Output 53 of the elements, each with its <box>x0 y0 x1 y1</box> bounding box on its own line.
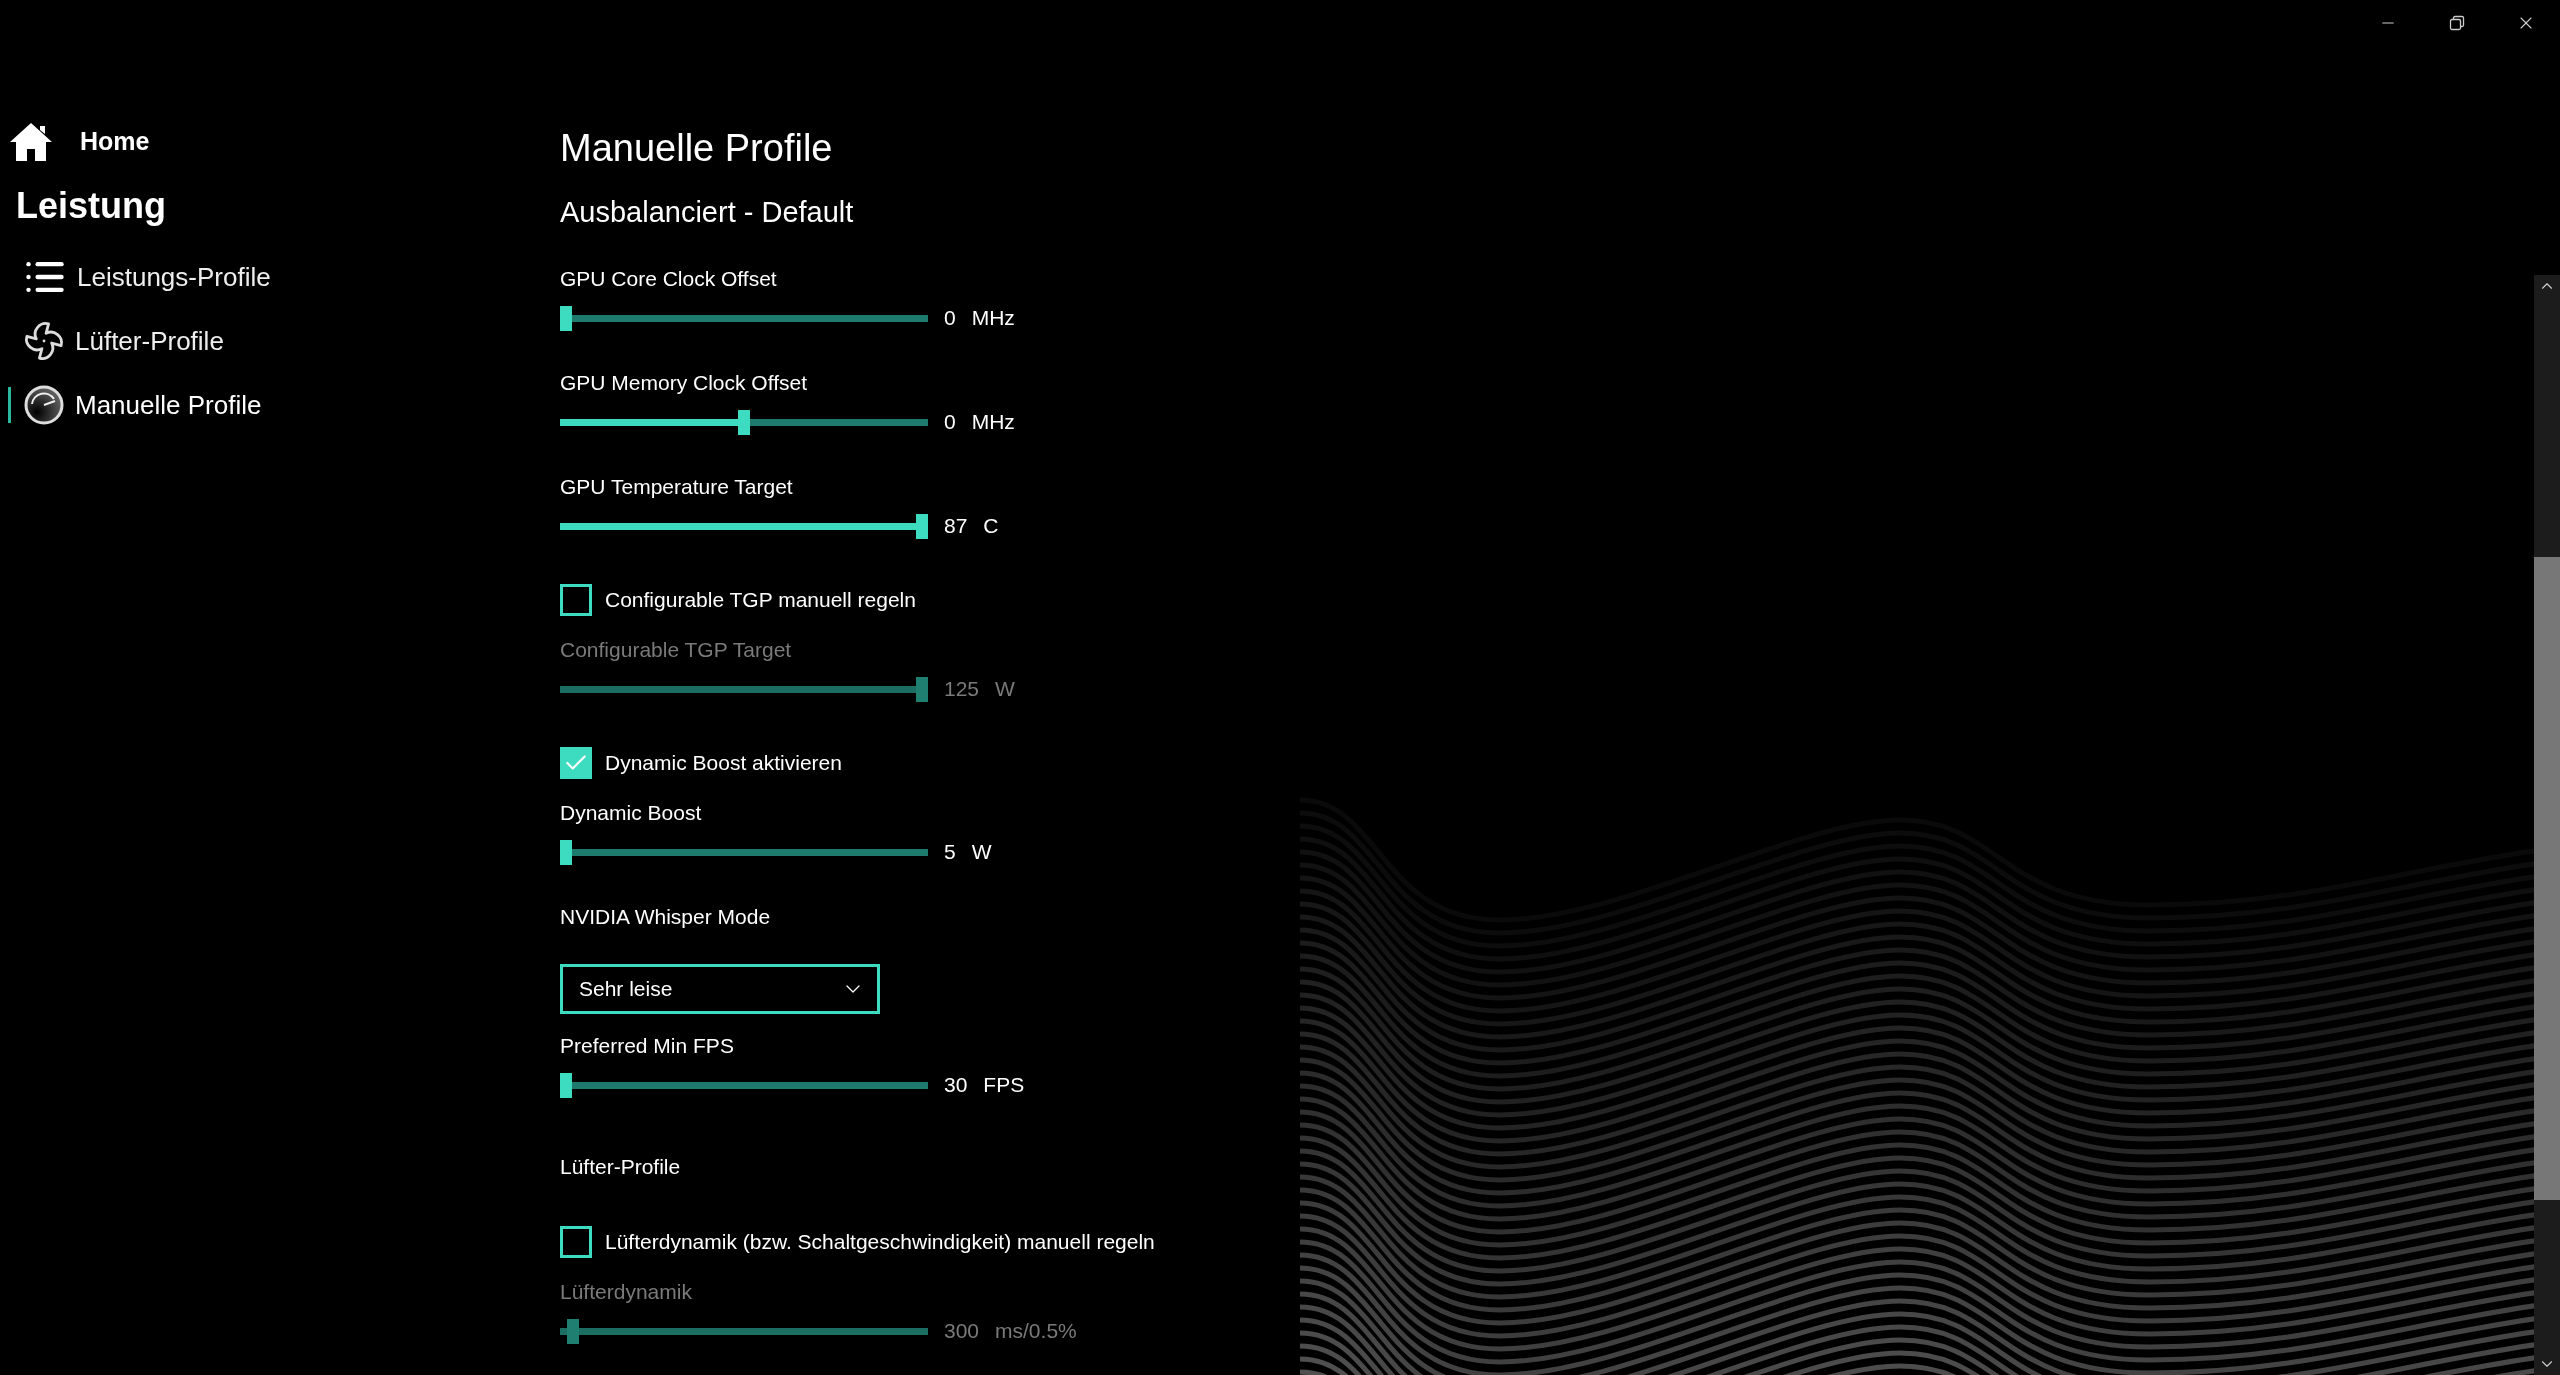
slider[interactable] <box>560 839 928 865</box>
slider[interactable] <box>560 305 928 331</box>
checkbox-label: Lüfterdynamik (bzw. Schaltgeschwindigkeit) manuell regeln <box>605 1229 1155 1256</box>
section-heading: Lüfter-Profile <box>560 1154 682 1180</box>
slider-value: 5 <box>944 839 956 866</box>
home-icon <box>8 121 54 163</box>
checkbox-label: Dynamic Boost aktivieren <box>605 750 842 777</box>
slider[interactable] <box>560 513 928 539</box>
scrollbar[interactable] <box>2534 275 2560 1375</box>
scrollbar-thumb[interactable] <box>2534 557 2560 1200</box>
slider-value: 87 <box>944 513 968 540</box>
restore-icon[interactable] <box>2448 15 2465 31</box>
slider-value: 0 <box>944 305 956 332</box>
slider-label: GPU Memory Clock Offset <box>560 370 808 396</box>
slider-unit: W <box>995 676 1015 703</box>
slider-thumb[interactable] <box>560 305 572 331</box>
section-title: Leistung <box>15 184 167 228</box>
slider[interactable] <box>560 1072 928 1098</box>
nav-item[interactable]: Manuelle Profile <box>23 384 262 426</box>
checkbox[interactable] <box>560 747 592 779</box>
checkbox[interactable] <box>560 1226 592 1258</box>
slider-label: Preferred Min FPS <box>560 1033 735 1059</box>
slider-unit: MHz <box>971 305 1015 332</box>
nav-item[interactable]: Lüfter-Profile <box>23 320 224 362</box>
slider-value: 0 <box>944 409 956 436</box>
slider[interactable] <box>560 409 928 435</box>
checkbox-label: Configurable TGP manuell regeln <box>605 587 916 614</box>
slider-thumb[interactable] <box>560 839 572 865</box>
slider-unit: ms/0.5% <box>995 1318 1077 1345</box>
slider-label: GPU Temperature Target <box>560 474 794 500</box>
fan-icon <box>23 320 65 362</box>
slider-value: 300 <box>944 1318 980 1345</box>
slider-label: Dynamic Boost <box>560 800 703 826</box>
dropdown-label: NVIDIA Whisper Mode <box>560 904 772 930</box>
slider-value: 30 <box>944 1072 968 1099</box>
page-subtitle: Ausbalanciert - Default <box>560 195 855 230</box>
slider-unit: C <box>983 513 999 540</box>
slider-unit: MHz <box>971 409 1015 436</box>
slider-label: Configurable TGP Target <box>560 637 793 663</box>
checkbox[interactable] <box>560 584 592 616</box>
slider-unit: W <box>971 839 992 866</box>
page-title: Manuelle Profile <box>560 126 834 171</box>
slider-thumb[interactable] <box>916 513 928 539</box>
home-link[interactable]: Home <box>8 121 560 163</box>
slider-unit: FPS <box>983 1072 1025 1099</box>
slider-thumb[interactable] <box>738 409 750 435</box>
slider-label: GPU Core Clock Offset <box>560 266 778 292</box>
dropdown[interactable]: Sehr leise <box>560 964 880 1014</box>
nav-item[interactable]: Leistungs-Profile <box>23 255 271 299</box>
slider-label: Lüfterdynamik <box>560 1279 693 1305</box>
slider-value: 125 <box>944 676 980 703</box>
gauge-icon <box>23 384 65 426</box>
slider-thumb[interactable] <box>560 1072 572 1098</box>
